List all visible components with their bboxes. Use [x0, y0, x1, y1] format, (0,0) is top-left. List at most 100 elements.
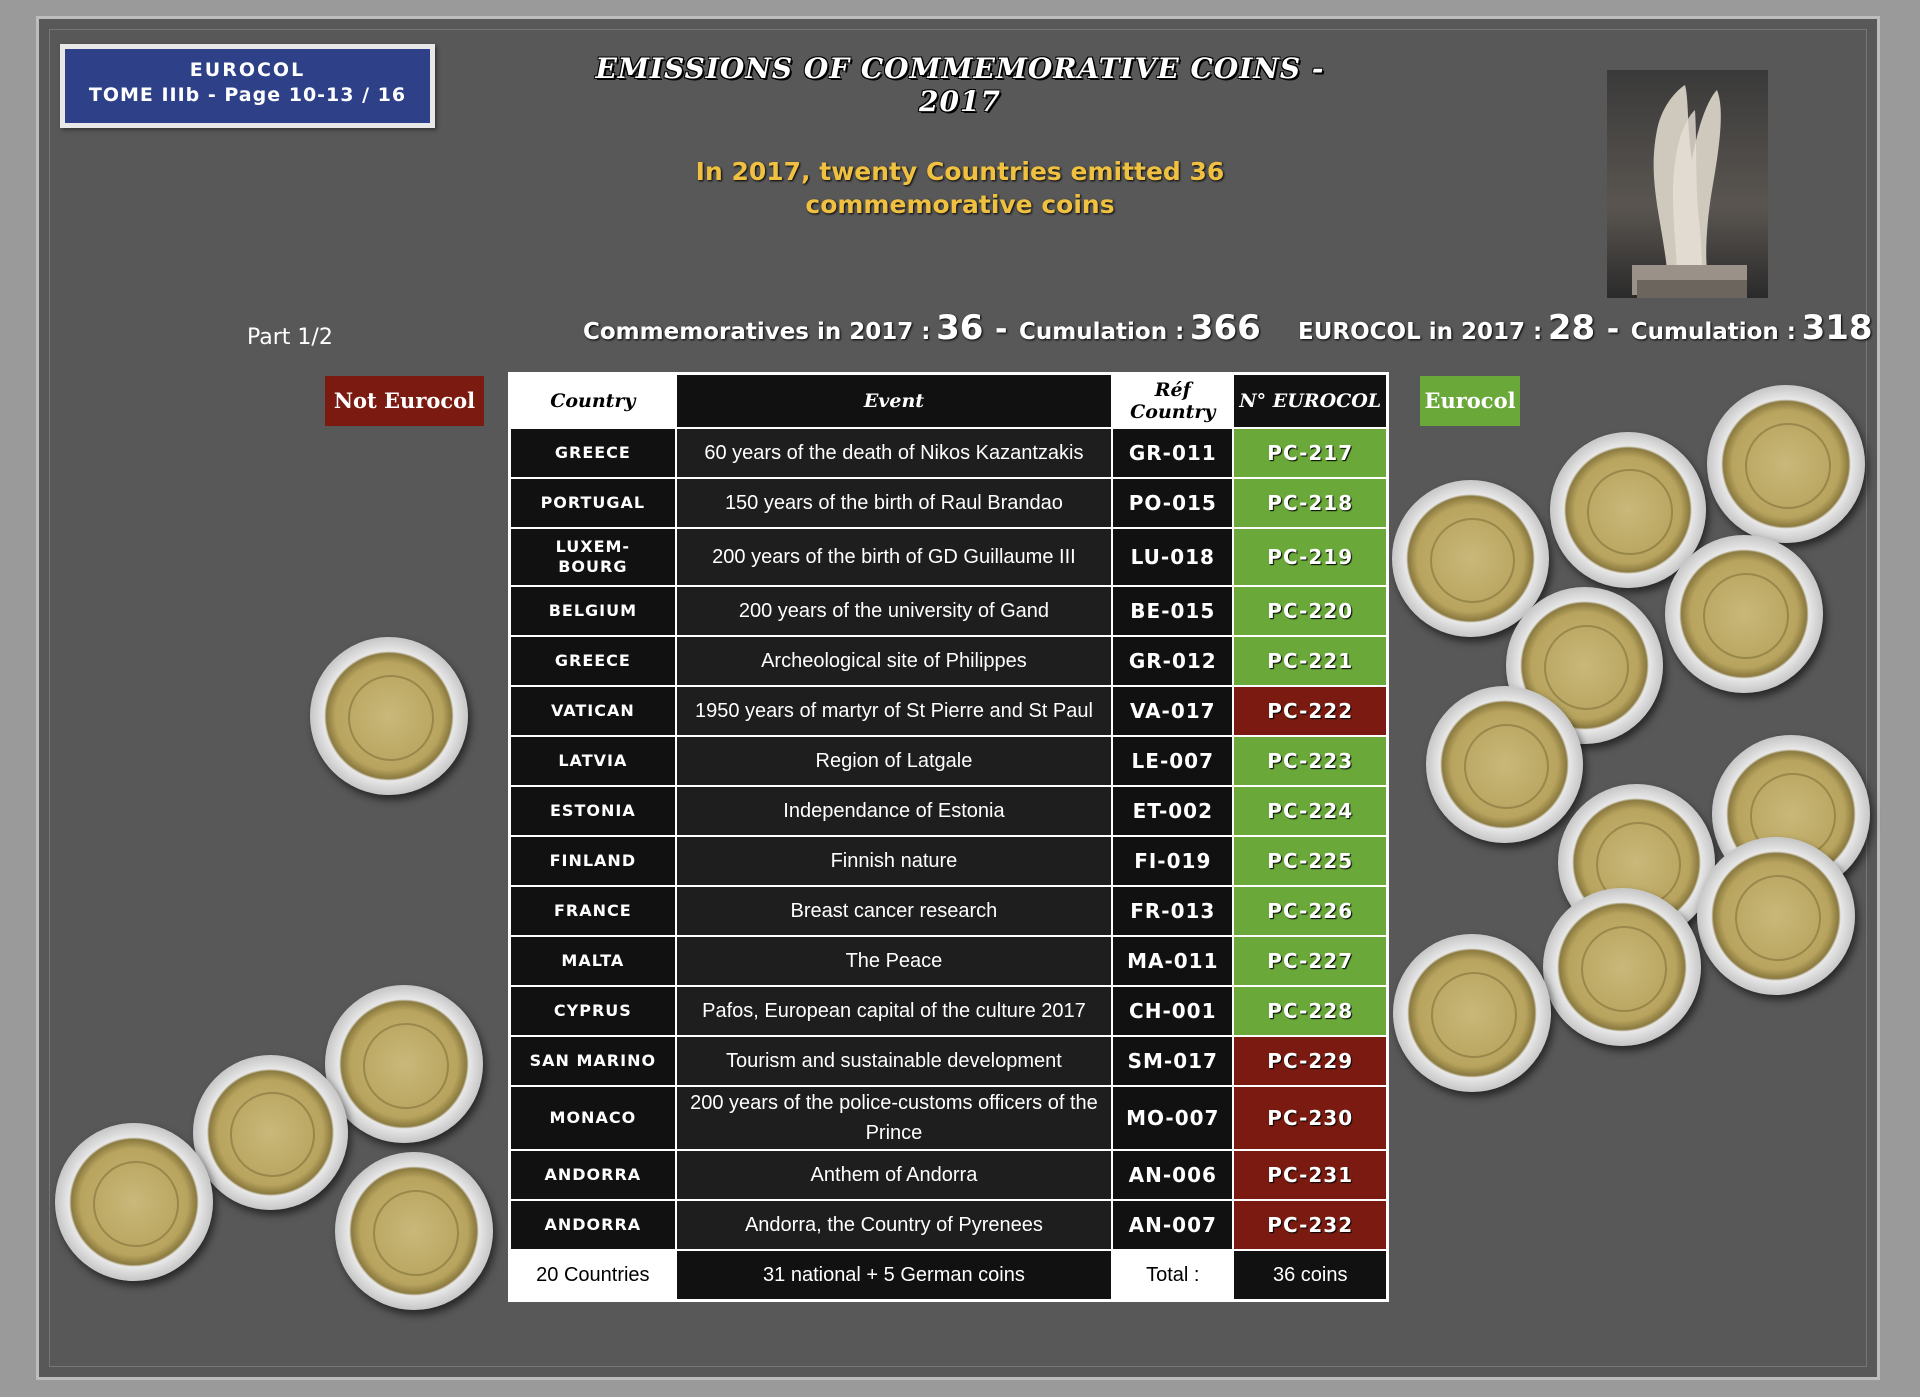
- stats-right-value-1: 28: [1547, 308, 1596, 348]
- cell-country-text: FRANCE: [554, 901, 632, 920]
- footer-coins: 31 national + 5 German coins: [674, 1249, 1114, 1302]
- cell-event-text: 150 years of the birth of Raul Brandao: [724, 492, 1063, 514]
- cell-event: Tourism and sustainable development: [674, 1035, 1114, 1087]
- table-header-row: Country Event Réf Country N° EUROCOL: [508, 372, 1389, 429]
- cell-event: Pafos, European capital of the culture 2…: [674, 985, 1114, 1037]
- cell-eurocol-number: PC-227: [1232, 935, 1389, 987]
- cell-country: FINLAND: [508, 835, 677, 887]
- table-row: GREECE Archeological site of Philippes GR-…: [508, 635, 1389, 687]
- cell-ref: BE-015: [1111, 585, 1235, 637]
- cell-eurocol-number: PC-231: [1232, 1149, 1389, 1201]
- cell-ref: MA-011: [1111, 935, 1235, 987]
- sculpture-photo: [1607, 70, 1768, 298]
- cell-eurocol-number: PC-219: [1232, 527, 1389, 587]
- cell-event-text: 200 years of the university of Gand: [738, 600, 1050, 622]
- stats-left-value-1: 36: [936, 308, 984, 348]
- cell-event-text: The Peace: [845, 950, 943, 972]
- table-row: BELGIUM 200 years of the university of Ga…: [508, 585, 1389, 637]
- table-body: GREECE 60 years of the death of Nikos Kaz…: [508, 427, 1389, 1251]
- cell-event: 200 years of the university of Gand: [674, 585, 1114, 637]
- coin-vatican-image: [310, 637, 468, 795]
- cell-country: SAN MARINO: [508, 1035, 677, 1087]
- cell-country: GREECE: [508, 427, 677, 479]
- cell-ref: PO-015: [1111, 477, 1235, 529]
- table-row: MALTA The Peace MA-011 PC-227: [508, 935, 1389, 987]
- cell-country-text: ANDORRA: [544, 1165, 642, 1184]
- cell-event: Archeological site of Philippes: [674, 635, 1114, 687]
- cell-country-text: BELGIUM: [548, 601, 638, 620]
- cell-event-text: 200 years of the birth of GD Guillaume I…: [712, 546, 1076, 568]
- coin-malta-image: [1543, 888, 1701, 1046]
- eurocol-tag: Eurocol: [1420, 376, 1520, 426]
- stats-right-label-2: Cumulation :: [1630, 319, 1797, 345]
- coin-france-image: [1697, 837, 1855, 995]
- cell-country: BELGIUM: [508, 585, 677, 637]
- stats-left-value-2: 366: [1189, 308, 1261, 348]
- cell-event: 150 years of the birth of Raul Brandao: [674, 477, 1114, 529]
- cell-event: 200 years of the birth of GD Guillaume I…: [674, 527, 1114, 587]
- table-row: MONACO 200 years of the police-customs of…: [508, 1085, 1389, 1151]
- subtitle-line-2: commemorative coins: [805, 190, 1115, 219]
- stats-eurocol: EUROCOL in 2017 : 28 - Cumulation : 318: [1298, 308, 1873, 348]
- cell-country-text: ANDORRA: [544, 1215, 642, 1234]
- cell-country-text: GREECE: [554, 651, 631, 670]
- cell-event-text: Finnish nature: [830, 850, 958, 872]
- cell-ref: CH-001: [1111, 985, 1235, 1037]
- eurocol-badge: EUROCOL TOME IIIb - Page 10-13 / 16: [60, 44, 435, 128]
- coin-andorra-anthem-image: [55, 1123, 213, 1281]
- cell-event-text: Anthem of Andorra: [810, 1164, 978, 1186]
- part-indicator: Part 1/2: [247, 325, 333, 350]
- cell-country: PORTUGAL: [508, 477, 677, 529]
- cell-event: The Peace: [674, 935, 1114, 987]
- cell-country: GREECE: [508, 635, 677, 687]
- coins-table: Country Event Réf Country N° EUROCOL GRE…: [508, 372, 1389, 1302]
- stats-left-label-2: Cumulation :: [1019, 319, 1185, 345]
- cell-event: Finnish nature: [674, 835, 1114, 887]
- footer-total: 36 coins: [1232, 1249, 1389, 1302]
- cell-country-text: GREECE: [554, 443, 631, 462]
- stats-left-dash: -: [994, 312, 1008, 347]
- coin-san-marino-image: [325, 985, 483, 1143]
- table-row: ESTONIA Independance of Estonia ET-002 PC-2…: [508, 785, 1389, 837]
- cell-eurocol-number: PC-224: [1232, 785, 1389, 837]
- cell-country-text: PORTUGAL: [540, 493, 646, 512]
- cell-event: Region of Latgale: [674, 735, 1114, 787]
- cell-country: CYPRUS: [508, 985, 677, 1037]
- table-footer-row: 20 Countries 31 national + 5 German coin…: [508, 1249, 1389, 1302]
- cell-country-text: MONACO: [549, 1108, 637, 1127]
- cell-event: 200 years of the police-customs officers…: [674, 1085, 1114, 1151]
- cell-ref: ET-002: [1111, 785, 1235, 837]
- cell-eurocol-number: PC-226: [1232, 885, 1389, 937]
- cell-country: LATVIA: [508, 735, 677, 787]
- footer-total-label: Total :: [1111, 1249, 1235, 1302]
- cell-country: MONACO: [508, 1085, 677, 1151]
- table-row: CYPRUS Pafos, European capital of the cul…: [508, 985, 1389, 1037]
- table-row: LUXEM- BOURG 200 years of the birth of GD …: [508, 527, 1389, 587]
- stats-right-label-1: EUROCOL in 2017 :: [1298, 319, 1543, 345]
- cell-eurocol-number: PC-229: [1232, 1035, 1389, 1087]
- stats-right-value-2: 318: [1801, 308, 1873, 348]
- cell-ref: GR-012: [1111, 635, 1235, 687]
- subtitle-line-1: In 2017, twenty Countries emitted 36: [695, 157, 1225, 186]
- cell-event-text: Region of Latgale: [815, 750, 973, 772]
- cell-ref: LE-007: [1111, 735, 1235, 787]
- table-row: SAN MARINO Tourism and sustainable develo…: [508, 1035, 1389, 1087]
- cell-ref: VA-017: [1111, 685, 1235, 737]
- cell-country: VATICAN: [508, 685, 677, 737]
- cell-event-text: Andorra, the Country of Pyrenees: [744, 1214, 1043, 1236]
- cell-event-text-line-2: Prince: [865, 1122, 923, 1144]
- table-row: FINLAND Finnish nature FI-019 PC-225: [508, 835, 1389, 887]
- cell-eurocol-number: PC-220: [1232, 585, 1389, 637]
- cell-eurocol-number: PC-230: [1232, 1085, 1389, 1151]
- cell-event-text: 1950 years of martyr of St Pierre and St…: [694, 700, 1093, 722]
- cell-country-text: MALTA: [561, 951, 625, 970]
- cell-event: 60 years of the death of Nikos Kazantzak…: [674, 427, 1114, 479]
- header-ref: Réf Country: [1111, 372, 1235, 429]
- table-row: VATICAN 1950 years of martyr of St Pierre…: [508, 685, 1389, 737]
- cell-ref: FR-013: [1111, 885, 1235, 937]
- cell-eurocol-number: PC-223: [1232, 735, 1389, 787]
- coin-greece-kazantzakis-image: [1707, 385, 1865, 543]
- not-eurocol-tag: Not Eurocol: [325, 376, 484, 426]
- coin-monaco-image: [193, 1055, 348, 1210]
- cell-eurocol-number: PC-218: [1232, 477, 1389, 529]
